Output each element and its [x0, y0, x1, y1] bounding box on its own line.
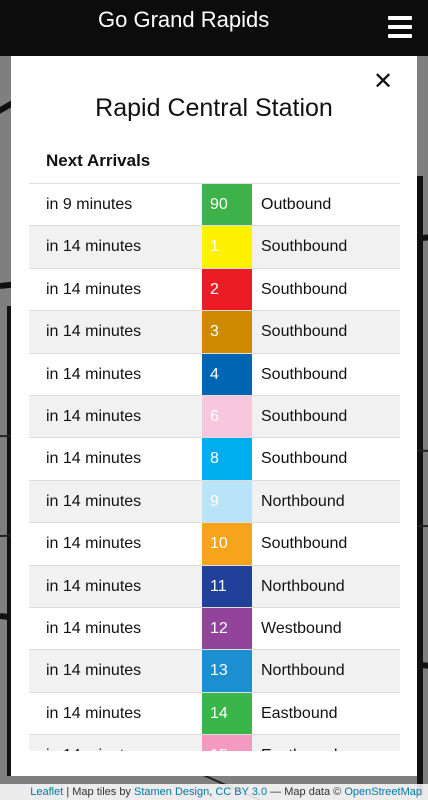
route-badge: 4 — [202, 353, 252, 396]
arrival-time: in 14 minutes — [46, 238, 142, 256]
arrival-row[interactable]: in 14 minutes 12 Westbound — [29, 606, 400, 650]
hamburger-menu-icon[interactable] — [388, 16, 412, 38]
route-badge: 11 — [202, 565, 252, 608]
route-badge: 9 — [202, 480, 252, 523]
arrival-row[interactable]: in 14 minutes 15 Eastbound — [29, 734, 400, 751]
attribution-comma: , — [209, 786, 213, 798]
next-arrivals-heading: Next Arrivals — [46, 151, 151, 170]
close-icon[interactable]: ✕ — [372, 70, 394, 94]
arrival-time: in 14 minutes — [46, 662, 142, 680]
route-direction: Southbound — [261, 450, 348, 468]
arrival-time: in 14 minutes — [46, 492, 142, 510]
route-direction: Southbound — [261, 238, 348, 256]
route-badge: 8 — [202, 438, 252, 481]
arrival-time: in 9 minutes — [46, 196, 133, 213]
arrival-row[interactable]: in 14 minutes 13 Northbound — [29, 649, 400, 693]
route-direction: Westbound — [261, 619, 342, 637]
arrivals-list[interactable]: in 9 minutes 90 Outbound in 14 minutes 1 Sout… — [29, 183, 400, 751]
route-badge: 2 — [202, 268, 252, 311]
route-direction: Southbound — [261, 323, 348, 341]
route-direction: Southbound — [261, 407, 348, 425]
arrival-time: in 14 minutes — [46, 280, 142, 298]
arrival-row[interactable]: in 14 minutes 11 Northbound — [29, 564, 400, 608]
map-attribution: Leaflet | Map tiles by Stamen Design, CC… — [0, 784, 428, 800]
route-badge: 90 — [202, 184, 252, 226]
arrival-time: in 14 minutes — [46, 407, 142, 425]
route-direction: Outbound — [261, 196, 332, 213]
station-title: Rapid Central Station — [95, 94, 333, 122]
arrival-row[interactable]: in 14 minutes 14 Eastbound — [29, 691, 400, 735]
arrival-time: in 14 minutes — [46, 535, 142, 553]
route-direction: Southbound — [261, 365, 348, 383]
arrival-row[interactable]: in 14 minutes 1 Southbound — [29, 225, 400, 269]
route-badge: 1 — [202, 226, 252, 269]
route-badge: 15 — [202, 735, 252, 751]
arrival-time: in 14 minutes — [46, 704, 142, 722]
arrival-time: in 14 minutes — [46, 735, 141, 751]
route-direction: Southbound — [261, 535, 348, 553]
arrival-time: in 14 minutes — [46, 619, 142, 637]
app-header: Go Grand Rapids — [0, 0, 428, 56]
arrival-row[interactable]: in 14 minutes 6 Southbound — [29, 394, 400, 438]
route-badge: 13 — [202, 650, 252, 693]
route-direction: Southbound — [261, 280, 348, 298]
attribution-tiles-text: | Map tiles by — [66, 786, 131, 798]
route-badge: 3 — [202, 311, 252, 354]
arrival-time: in 14 minutes — [46, 365, 142, 383]
arrivals-table: in 9 minutes 90 Outbound in 14 minutes 1 Sout… — [29, 183, 400, 751]
license-link[interactable]: CC BY 3.0 — [215, 786, 267, 798]
route-badge: 6 — [202, 395, 252, 438]
route-badge: 10 — [202, 523, 252, 566]
route-direction: Northbound — [261, 662, 345, 680]
arrival-time: in 14 minutes — [46, 577, 142, 595]
arrival-row[interactable]: in 14 minutes 4 Southbound — [29, 352, 400, 396]
route-direction: Eastbound — [261, 704, 338, 722]
arrival-row[interactable]: in 14 minutes 8 Southbound — [29, 437, 400, 481]
arrival-row[interactable]: in 14 minutes 3 Southbound — [29, 310, 400, 354]
route-badge: 14 — [202, 692, 252, 735]
arrival-row[interactable]: in 14 minutes 10 Southbound — [29, 522, 400, 566]
arrival-time: in 14 minutes — [46, 323, 142, 341]
arrival-row[interactable]: in 9 minutes 90 Outbound — [29, 183, 400, 226]
app-title: Go Grand Rapids — [98, 7, 270, 32]
route-badge: 12 — [202, 607, 252, 650]
route-direction: Northbound — [261, 492, 345, 510]
arrival-row[interactable]: in 14 minutes 9 Northbound — [29, 479, 400, 523]
app-root: Go Grand Rapids ✕ Rapid Central Station … — [0, 0, 428, 800]
osm-link[interactable]: OpenStreetMap — [344, 786, 422, 798]
leaflet-link[interactable]: Leaflet — [30, 786, 63, 798]
arrival-row[interactable]: in 14 minutes 2 Southbound — [29, 267, 400, 311]
arrival-time: in 14 minutes — [46, 450, 142, 468]
attribution-data-text: — Map data © — [270, 786, 342, 798]
route-direction: Eastbound — [261, 735, 338, 751]
route-direction: Northbound — [261, 577, 345, 595]
stamen-link[interactable]: Stamen Design — [134, 786, 209, 798]
